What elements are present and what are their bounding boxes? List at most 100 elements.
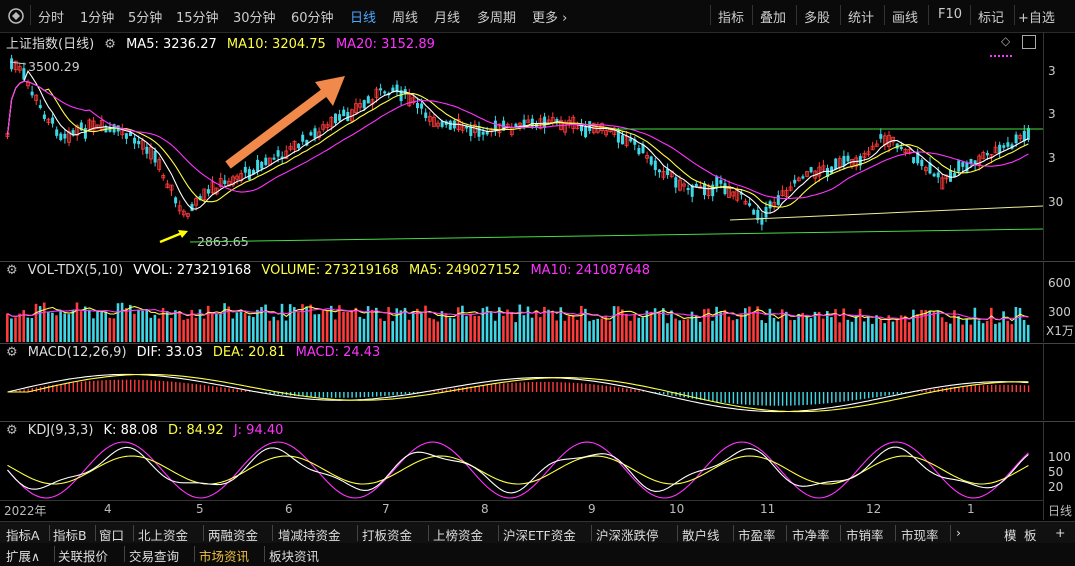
macd-histogram-bar bbox=[212, 386, 214, 392]
tab-sector-news[interactable]: 板块资讯 bbox=[269, 546, 319, 565]
volume-bar bbox=[186, 318, 189, 342]
window-toggle-icon[interactable] bbox=[1022, 35, 1036, 49]
volume-bar bbox=[588, 321, 591, 342]
home-icon[interactable] bbox=[6, 6, 26, 26]
tab-expand[interactable]: 扩展∧ bbox=[6, 546, 40, 565]
macd-chart[interactable] bbox=[0, 362, 1043, 420]
macd-histogram-bar bbox=[749, 392, 751, 405]
volume-settings-gear-icon[interactable]: ⚙ bbox=[6, 263, 18, 278]
tab-board[interactable]: 板 bbox=[1024, 525, 1037, 544]
volume-bar bbox=[493, 320, 497, 342]
tab-pcf-ratio[interactable]: 市现率 bbox=[901, 525, 939, 544]
volume-axis: 600 300 X1万 bbox=[1043, 262, 1075, 342]
volume-bar bbox=[1006, 320, 1009, 342]
kdj-settings-gear-icon[interactable]: ⚙ bbox=[6, 423, 18, 438]
diamond-icon[interactable]: ◇ bbox=[1001, 34, 1010, 48]
tab-limit-up-down[interactable]: 沪深涨跌停 bbox=[596, 525, 659, 544]
kdj-chart[interactable] bbox=[0, 440, 1043, 500]
dif-label: DIF: 33.03 bbox=[136, 345, 203, 360]
tab-etf-funds[interactable]: 沪深ETF资金 bbox=[503, 525, 576, 544]
volume-bar bbox=[6, 313, 9, 342]
tab-related-quotes[interactable]: 关联报价 bbox=[58, 546, 108, 565]
period-tab-daily[interactable]: 日线 bbox=[350, 7, 376, 26]
macd-histogram-bar bbox=[843, 392, 845, 402]
volume-bar bbox=[764, 322, 768, 342]
tab-retail-line[interactable]: 散户线 bbox=[682, 525, 720, 544]
tool-f10-button[interactable]: F10 bbox=[938, 7, 962, 22]
macd-histogram-bar bbox=[724, 392, 726, 403]
volume-bar bbox=[223, 303, 226, 342]
volume-bar bbox=[571, 314, 575, 342]
macd-histogram-bar bbox=[859, 392, 862, 400]
volume-bar bbox=[875, 315, 878, 342]
volume-bar bbox=[969, 324, 973, 342]
period-tab-monthly[interactable]: 月线 bbox=[434, 7, 460, 26]
volume-bar bbox=[752, 312, 755, 342]
volume-bar bbox=[182, 319, 185, 342]
period-tab-15min[interactable]: 15分钟 bbox=[176, 7, 219, 26]
tool-draw-button[interactable]: 画线 bbox=[892, 7, 918, 26]
tab-pb-ratio[interactable]: 市净率 bbox=[792, 525, 830, 544]
candle-body bbox=[51, 117, 55, 124]
period-tab-weekly[interactable]: 周线 bbox=[392, 7, 418, 26]
volume-legend: ⚙ VOL-TDX(5,10) VVOL: 273219168 VOLUME: … bbox=[6, 263, 656, 278]
tab-dragon-tiger-funds[interactable]: 上榜资金 bbox=[433, 525, 483, 544]
tab-limit-up-funds[interactable]: 打板资金 bbox=[362, 525, 412, 544]
volume-bar bbox=[30, 318, 34, 342]
time-label: 2022年 bbox=[4, 504, 47, 518]
macd-settings-gear-icon[interactable]: ⚙ bbox=[6, 345, 18, 360]
tab-indicator-a[interactable]: 指标A bbox=[6, 525, 40, 544]
macd-histogram-bar bbox=[597, 384, 599, 392]
period-tab-multi[interactable]: 多周期 bbox=[477, 7, 516, 26]
time-label: 7 bbox=[382, 502, 390, 516]
volume-tick: 600 bbox=[1048, 276, 1071, 290]
volume-bar bbox=[965, 319, 968, 342]
candle-body bbox=[338, 114, 342, 121]
macd-histogram-bar bbox=[1027, 385, 1030, 392]
volume-bar bbox=[350, 309, 353, 342]
tool-overlay-button[interactable]: 叠加 bbox=[760, 7, 786, 26]
macd-histogram-bar bbox=[507, 383, 509, 392]
tool-stats-button[interactable]: 统计 bbox=[848, 7, 874, 26]
tool-mark-button[interactable]: 标记 bbox=[978, 7, 1004, 26]
volume-bar bbox=[957, 316, 960, 342]
candlestick-chart[interactable] bbox=[0, 50, 1043, 260]
candle-body bbox=[153, 150, 157, 163]
candle-body bbox=[793, 179, 797, 184]
tab-market-news[interactable]: 市场资讯 bbox=[199, 546, 249, 565]
period-tab-1min[interactable]: 1分钟 bbox=[80, 7, 114, 26]
tool-indicator-button[interactable]: 指标 bbox=[718, 7, 744, 26]
period-tab-30min[interactable]: 30分钟 bbox=[233, 7, 276, 26]
tab-indicator-b[interactable]: 指标B bbox=[53, 525, 87, 544]
tool-multistock-button[interactable]: 多股 bbox=[804, 7, 830, 26]
candle-body bbox=[424, 112, 428, 118]
volume-bar bbox=[633, 313, 636, 342]
add-tab-button[interactable]: + bbox=[1055, 525, 1065, 540]
volume-bar bbox=[682, 319, 686, 342]
period-tab-more[interactable]: 更多 › bbox=[532, 7, 567, 26]
macd-histogram-bar bbox=[991, 384, 993, 392]
tab-pe-ratio[interactable]: 市盈率 bbox=[738, 525, 776, 544]
tab-window[interactable]: 窗口 bbox=[99, 525, 124, 544]
tab-ps-ratio[interactable]: 市销率 bbox=[846, 525, 884, 544]
tab-trade-query[interactable]: 交易查询 bbox=[129, 546, 179, 565]
tab-margin-funds[interactable]: 两融资金 bbox=[208, 525, 258, 544]
tab-holding-change-funds[interactable]: 增减持资金 bbox=[278, 525, 341, 544]
period-tab-5min[interactable]: 5分钟 bbox=[128, 7, 162, 26]
period-tab-60min[interactable]: 60分钟 bbox=[291, 7, 334, 26]
macd-histogram-bar bbox=[175, 382, 177, 392]
macd-histogram-bar bbox=[736, 392, 739, 405]
volume-bar bbox=[469, 313, 472, 342]
macd-histogram-bar bbox=[839, 392, 841, 402]
volume-bar bbox=[916, 314, 919, 342]
tool-add-favorite-button[interactable]: +自选 bbox=[1018, 7, 1055, 26]
volume-chart[interactable] bbox=[0, 280, 1043, 342]
volume-bar bbox=[502, 315, 505, 342]
macd-histogram-bar bbox=[216, 386, 218, 392]
tab-northbound-funds[interactable]: 北上资金 bbox=[138, 525, 188, 544]
macd-histogram-bar bbox=[716, 392, 718, 402]
tab-template[interactable]: 模 bbox=[1004, 525, 1017, 544]
volume-bar bbox=[141, 310, 144, 342]
period-tab-fenshi[interactable]: 分时 bbox=[38, 7, 64, 26]
tab-scroll-right-icon[interactable]: › bbox=[956, 525, 961, 540]
